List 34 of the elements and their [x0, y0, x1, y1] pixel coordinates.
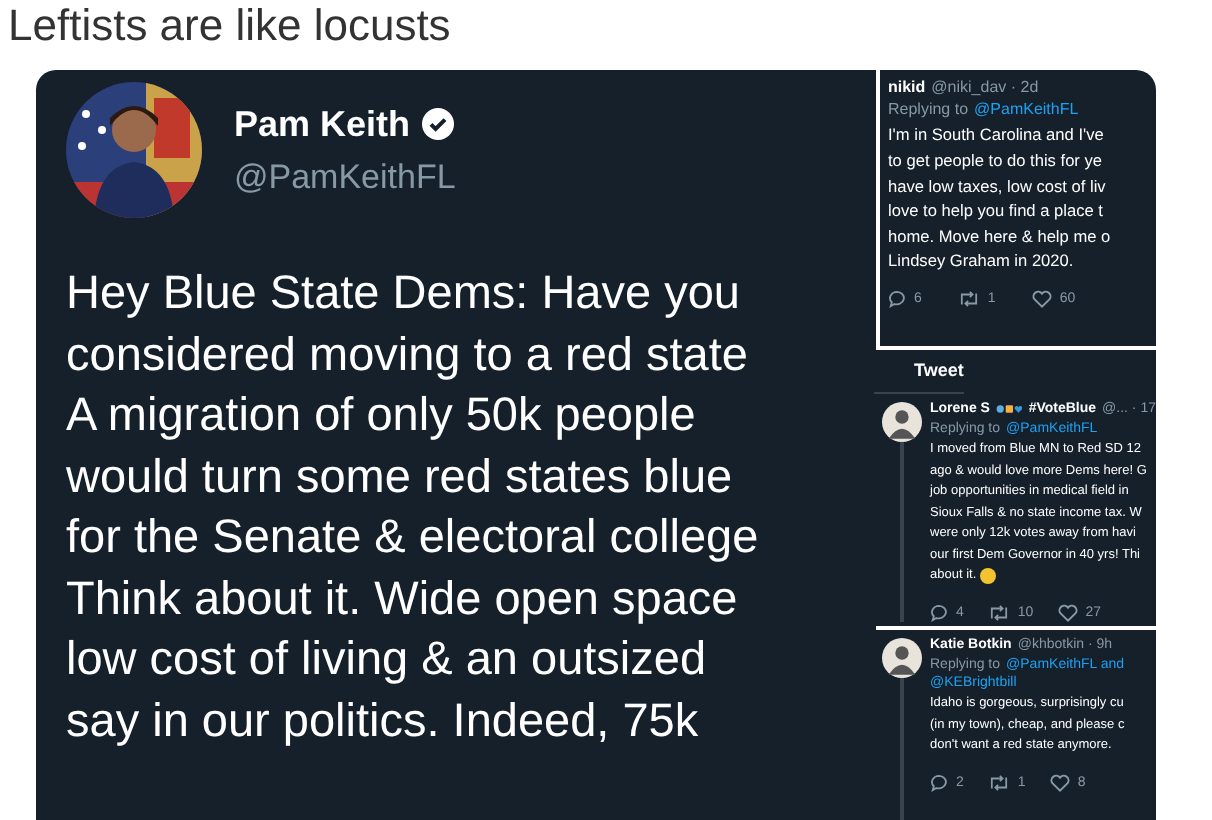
reply-text-line: to get people to do this for ye — [888, 147, 1103, 174]
avatar-icon[interactable] — [882, 402, 922, 442]
retweet-icon[interactable] — [987, 773, 1010, 792]
heart-icon[interactable] — [1057, 603, 1078, 622]
heart-icon[interactable] — [1031, 289, 1052, 308]
author-name: Pam Keith — [234, 103, 411, 145]
reply-text-line: home. Move here & help me o — [888, 223, 1111, 249]
reply-author-name: nikid — [888, 78, 926, 96]
replying-label: Replying to — [888, 100, 969, 121]
tweet-text-line: for the Senate & electoral college — [66, 508, 759, 566]
retweet-icon[interactable] — [957, 289, 980, 308]
reply-icon[interactable] — [930, 773, 948, 792]
tweet-text-line: considered moving to a red state — [66, 325, 748, 384]
tweet-text-line: Hey Blue State Dems: Have you — [66, 264, 740, 322]
reply-text-line: have low taxes, low cost of liv — [888, 173, 1106, 199]
tweet-text-line: say in our politics. Indeed, 75k — [66, 691, 699, 750]
reply-text-line: love to help you find a place t — [888, 198, 1103, 224]
heart-icon[interactable] — [1049, 773, 1070, 792]
reply-text-line: I'm in South Carolina and I've — [888, 122, 1104, 148]
mention-link[interactable]: @PamKeithFL — [974, 100, 1079, 121]
tweet-text-line: Think about it. Wide open space — [66, 569, 738, 628]
tweet-text-line: low cost of living & an outsized — [66, 630, 707, 688]
retweet-icon[interactable] — [987, 603, 1010, 622]
reply-handle: @niki_dav · 2d — [931, 78, 1039, 96]
panel-title: Tweet — [874, 350, 964, 394]
reply-icon[interactable] — [888, 289, 906, 308]
post-title: Leftists are like locusts — [8, 0, 453, 54]
reply-text-line: Lindsey Graham in 2020. — [888, 248, 1074, 274]
avatar-icon[interactable] — [882, 638, 922, 678]
reply-icon[interactable] — [930, 603, 948, 622]
tweet-text-line: A migration of only 50k people — [66, 386, 696, 444]
author-handle: @PamKeithFL — [234, 157, 456, 197]
tweet-text-line: would turn some red states blue — [66, 447, 733, 505]
emoji-icons — [995, 402, 1023, 416]
